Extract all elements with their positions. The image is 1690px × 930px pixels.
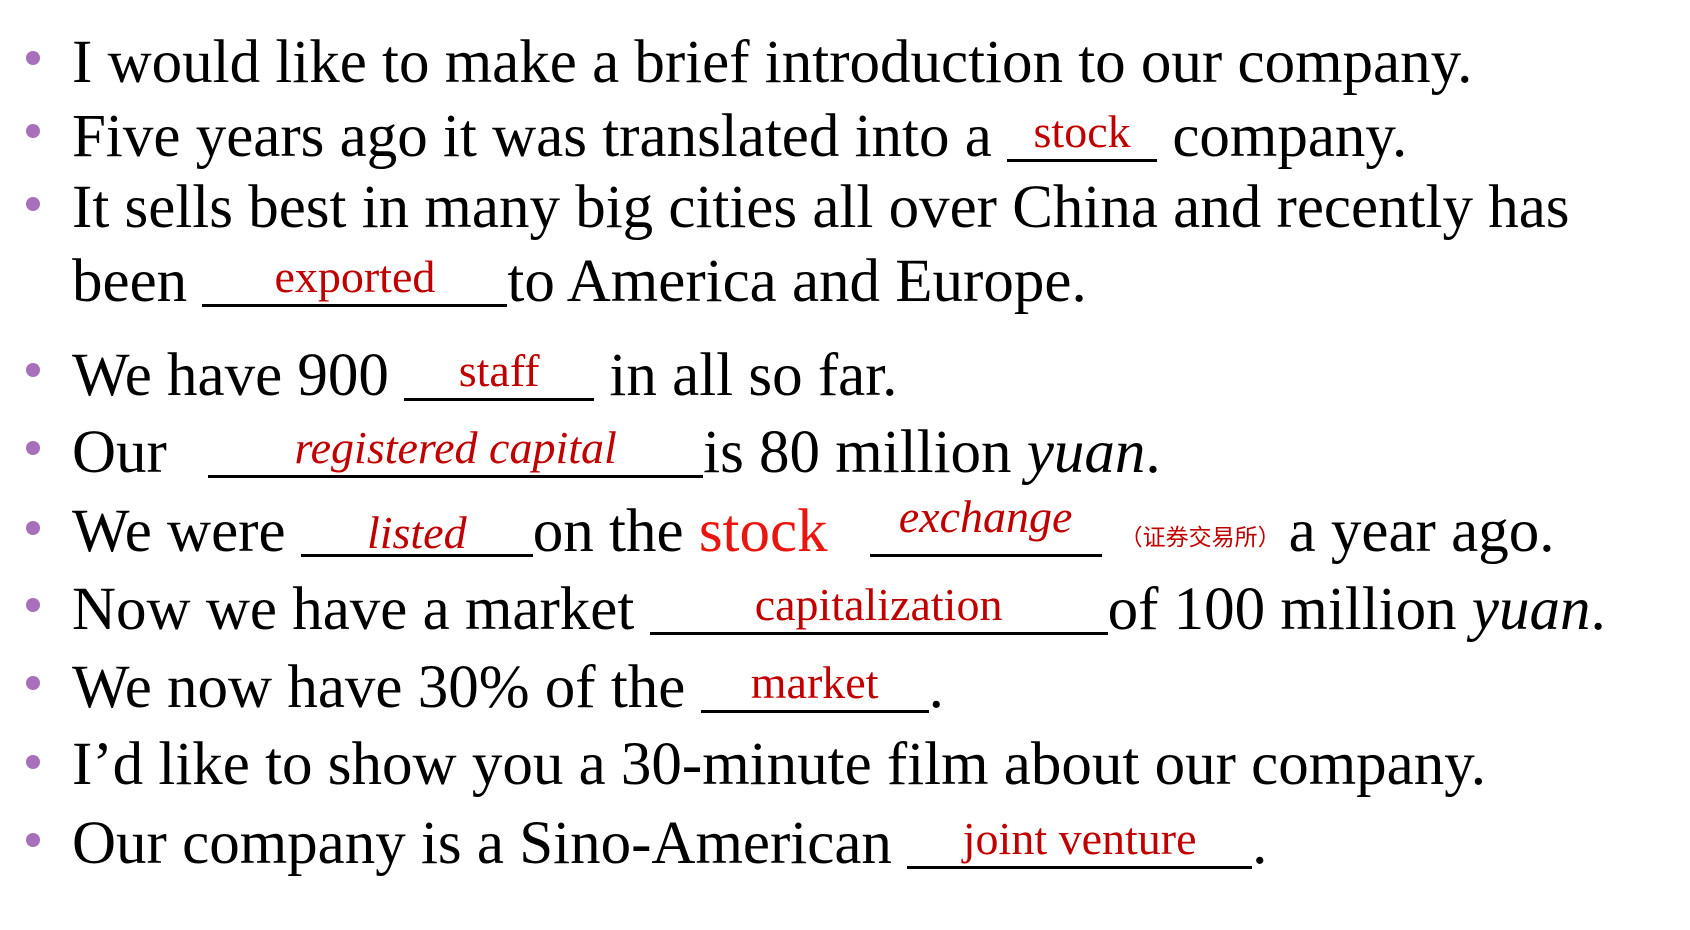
- sentence-text: .: [1252, 810, 1268, 877]
- bullet-dot: [26, 51, 40, 65]
- sentence-5: Our registered capital is 80 million yuan…: [72, 421, 1161, 483]
- sentence-3-line-2: been exported to America and Europe.: [72, 250, 1087, 312]
- sentence-text: We were: [72, 498, 301, 565]
- answer-text: exchange: [898, 491, 1073, 542]
- bullet-dot: [26, 124, 40, 138]
- answer-text: exported: [274, 251, 436, 302]
- sentence-text: I’d like to show you a 30-minute film ab…: [72, 731, 1487, 798]
- bullet-dot: [26, 755, 40, 769]
- sentence-text: It sells best in many big cities all ove…: [72, 174, 1570, 241]
- bullet-dot: [26, 676, 40, 690]
- bullet-dot: [26, 833, 40, 847]
- answer-blank: registered capital: [208, 421, 704, 478]
- exercise-slide: I would like to make a brief introductio…: [0, 0, 1690, 930]
- sentence-4: We have 900 staff in all so far.: [72, 344, 897, 406]
- answer-blank: market: [700, 656, 929, 713]
- sentence-text: of 100 million: [1107, 576, 1472, 643]
- sentence-text: to America and Europe.: [507, 248, 1087, 315]
- sentence-text: .: [1590, 576, 1606, 643]
- sentence-6: We were listed on the stock exchange （证券交易所…: [72, 494, 1555, 565]
- sentence-text: is 80 million: [703, 419, 1027, 486]
- answer-text: staff: [458, 345, 540, 396]
- answer-text: registered capital: [294, 422, 617, 473]
- answer-text: capitalization: [754, 579, 1003, 630]
- sentence-text: Our: [72, 419, 183, 486]
- sentence-text: a year ago.: [1288, 498, 1555, 565]
- answer-text: market: [750, 657, 879, 708]
- sentence-2: Five years ago it was translated into a …: [72, 105, 1407, 167]
- sentence-text: We have 900: [72, 342, 405, 409]
- sentence-text: .: [928, 654, 944, 721]
- bullet-dot: [26, 197, 40, 211]
- sentence-text: Now we have a market: [72, 576, 650, 643]
- answer-blank: capitalization: [649, 578, 1108, 635]
- sentence-text: .: [1145, 419, 1161, 486]
- answer-blank: listed: [300, 500, 533, 558]
- sentence-text: on the: [532, 498, 699, 565]
- answer-blank: joint venture: [907, 812, 1253, 869]
- sentence-1: I would like to make a brief introductio…: [72, 32, 1472, 93]
- sentence-text: Five years ago it was translated into a: [72, 103, 1008, 170]
- answer-blank: staff: [404, 344, 595, 401]
- sentence-text: We now have 30% of the: [72, 654, 701, 721]
- answer-text: stock: [1033, 106, 1131, 157]
- answer-blank: exported: [202, 250, 508, 307]
- bullet-dot: [26, 521, 40, 535]
- sentence-10: Our company is a Sino-American joint ven…: [72, 812, 1267, 874]
- highlight-word: stock: [698, 498, 828, 565]
- sentence-text: been: [72, 248, 203, 315]
- answer-text: listed: [366, 507, 467, 558]
- answer-text: joint venture: [962, 813, 1197, 864]
- sentence-7: Now we have a market capitalization of 10…: [72, 578, 1606, 640]
- answer-blank: exchange: [869, 494, 1102, 557]
- sentence-text: Our company is a Sino-American: [72, 810, 908, 877]
- italic-word: yuan: [1471, 576, 1591, 643]
- sentence-text: I would like to make a brief introductio…: [72, 29, 1473, 96]
- bullet-dot: [26, 598, 40, 612]
- sentence-9: I’d like to show you a 30-minute film ab…: [72, 734, 1486, 795]
- sentence-text: company.: [1157, 103, 1408, 170]
- answer-blank: stock: [1007, 105, 1158, 162]
- italic-word: yuan: [1026, 419, 1146, 486]
- chinese-note: （证券交易所）: [1119, 524, 1281, 550]
- bullet-dot: [26, 441, 40, 455]
- sentence-text: in all so far.: [594, 342, 898, 409]
- bullet-dot: [26, 363, 40, 377]
- sentence-8: We now have 30% of the market.: [72, 656, 944, 718]
- sentence-3-line-1: It sells best in many big cities all ove…: [72, 177, 1570, 238]
